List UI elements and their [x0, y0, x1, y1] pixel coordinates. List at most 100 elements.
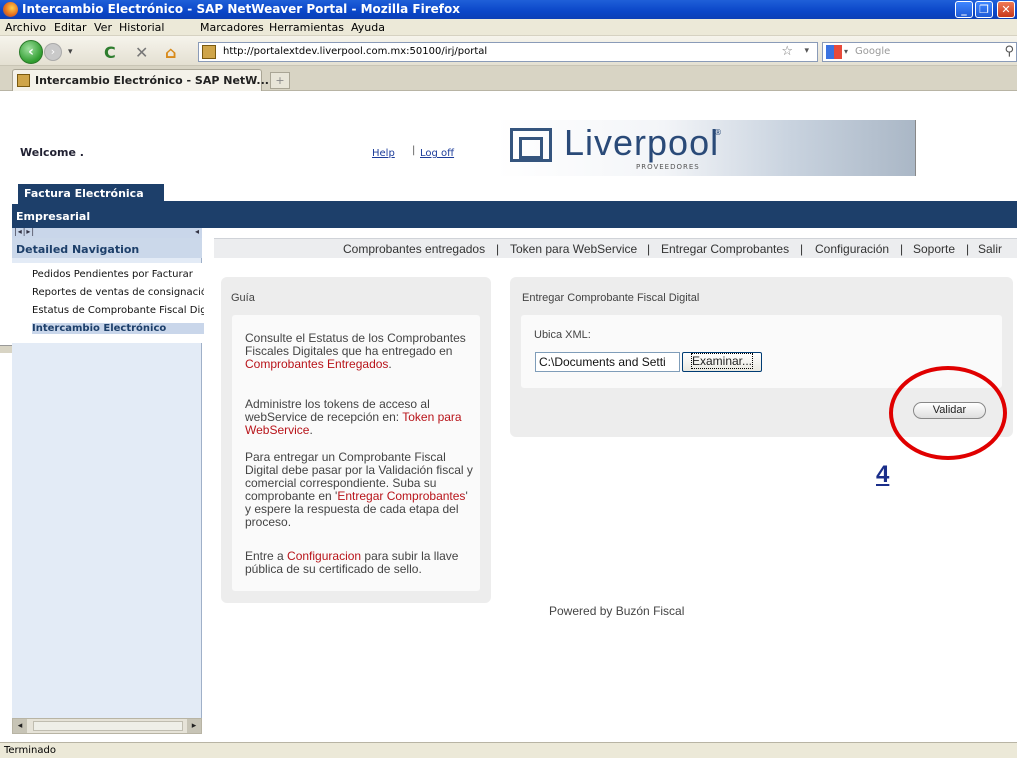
restore-button[interactable]: ❐ [975, 1, 993, 18]
detailed-navigation-title: Detailed Navigation [16, 243, 140, 256]
welcome-text: Welcome . [20, 146, 84, 159]
url-dropdown-icon[interactable]: ▾ [804, 46, 809, 56]
link-comprobantes-entregados[interactable]: Comprobantes entregados [343, 242, 485, 256]
nav-item-pedidos[interactable]: Pedidos Pendientes por Facturar [32, 269, 204, 280]
bookmark-star-icon[interactable]: ☆ [781, 44, 793, 59]
menu-herramientas[interactable]: Herramientas [269, 21, 344, 34]
forward-arrow-icon[interactable]: › [44, 43, 62, 61]
menu-editar[interactable]: Editar [54, 21, 87, 34]
link-separator: | [900, 242, 904, 256]
nav-item-estatus[interactable]: Estatus de Comprobante Fiscal Digital [32, 305, 204, 316]
detailed-navigation-panel: |◂|▸| ◂ Detailed Navigation Pedidos Pend… [12, 227, 204, 718]
guia-paragraph-3: Para entregar un Comprobante Fiscal Digi… [245, 451, 477, 529]
minimize-button[interactable]: _ [955, 1, 973, 18]
nav-item-reportes[interactable]: Reportes de ventas de consignación [32, 287, 204, 298]
scroll-thumb[interactable] [33, 721, 183, 731]
examinar-button[interactable]: Examinar... [682, 352, 762, 372]
log-off-link[interactable]: Log off [420, 148, 454, 159]
help-link[interactable]: Help [372, 148, 395, 159]
engine-dropdown-icon[interactable]: ▾ [844, 47, 848, 56]
guia-body: Consulte el Estatus de los Comprobantes … [232, 315, 480, 591]
home-icon[interactable]: ⌂ [165, 43, 176, 62]
browser-tab-active[interactable]: Intercambio Electrónico - SAP NetW... [12, 69, 269, 91]
powered-by-text: Powered by Buzón Fiscal [549, 604, 685, 618]
history-dropdown-icon[interactable]: ▾ [68, 47, 73, 57]
examinar-label: Examinar... [690, 353, 754, 369]
horizontal-scrollbar[interactable]: ◂ ▸ [12, 718, 202, 734]
link-separator: | [966, 242, 970, 256]
new-tab-button[interactable]: + [270, 72, 290, 89]
menu-marcadores[interactable]: Marcadores [200, 21, 264, 34]
link-salir[interactable]: Salir [978, 242, 1002, 256]
menu-ayuda[interactable]: Ayuda [351, 21, 385, 34]
tab-factura-electronica[interactable]: Factura Electrónica [18, 184, 164, 205]
search-icon[interactable]: ⚲ [1004, 44, 1014, 59]
entregar-title: Entregar Comprobante Fiscal Digital [522, 292, 700, 304]
menu-archivo[interactable]: Archivo [5, 21, 46, 34]
menu-ver[interactable]: Ver [94, 21, 112, 34]
link-separator: | [496, 242, 500, 256]
back-arrow-icon[interactable]: ‹ [19, 40, 43, 64]
guia-title: Guía [231, 292, 255, 304]
address-bar[interactable]: http://portalextdev.liverpool.com.mx:501… [198, 42, 818, 62]
link-soporte[interactable]: Soporte [913, 242, 955, 256]
navigation-toolbar: ‹ › ▾ C ✕ ⌂ http://portalextdev.liverpoo… [0, 36, 1017, 66]
status-bar: Terminado [0, 742, 1017, 758]
menu-bar: Archivo Editar Ver Historial Marcadores … [0, 19, 1017, 36]
link-configuracion[interactable]: Configuración [815, 242, 889, 256]
firefox-icon [3, 2, 18, 17]
guia-paragraph-1: Consulte el Estatus de los Comprobantes … [245, 332, 477, 371]
link-configuracion-inline[interactable]: Configuracion [287, 549, 361, 563]
guia-text: Consulte el Estatus de los Comprobantes … [245, 331, 466, 358]
xml-file-input[interactable]: C:\Documents and Setti [535, 352, 680, 372]
brand-subtitle: PROVEEDORES [636, 163, 700, 171]
top-level-navigation: Factura Electrónica [12, 184, 1017, 205]
guia-text: Entre a [245, 549, 288, 563]
scroll-right-icon[interactable]: ▸ [187, 719, 201, 733]
liverpool-banner: Liverpool ® PROVEEDORES [496, 120, 916, 176]
tab-title[interactable]: Intercambio Electrónico - SAP NetW... [35, 74, 269, 87]
link-comprobantes-entregados-inline[interactable]: Comprobantes Entregados [245, 357, 388, 371]
reload-icon[interactable]: C [104, 43, 116, 62]
brand-registered-mark: ® [714, 128, 722, 137]
link-entregar-comprobantes-inline[interactable]: Entregar Comprobantes [337, 489, 465, 503]
nav-item-intercambio[interactable]: Intercambio Electrónico [32, 323, 204, 334]
step-number: 4 [876, 461, 890, 488]
link-token-webservice[interactable]: Token para WebService [510, 242, 637, 256]
scroll-left-icon[interactable]: ◂ [13, 719, 27, 733]
header-separator: | [412, 145, 416, 156]
detailed-navigation-list: Pedidos Pendientes por Facturar Reportes… [12, 263, 204, 343]
search-placeholder[interactable]: Google [855, 46, 890, 57]
window-title: Intercambio Electrónico - SAP NetWeaver … [22, 2, 460, 16]
google-engine-icon[interactable] [826, 45, 842, 59]
guia-panel: Guía Consulte el Estatus de los Comproba… [221, 277, 491, 603]
link-separator: | [800, 242, 804, 256]
window-title-bar[interactable]: Intercambio Electrónico - SAP NetWeaver … [0, 0, 1017, 19]
ubica-xml-label: Ubica XML: [534, 329, 591, 341]
link-separator: | [647, 242, 651, 256]
expand-arrow-icon[interactable]: ◂ [195, 227, 200, 236]
portal-links-bar: Comprobantes entregados | Token para Web… [214, 238, 1017, 258]
liverpool-logo-icon [510, 128, 552, 162]
second-level-navigation: Empresarial [12, 204, 1017, 228]
highlight-circle [889, 366, 1007, 460]
brand-name: Liverpool [564, 122, 720, 163]
guia-paragraph-2: Administre los tokens de acceso al webSe… [245, 398, 477, 437]
guia-text: . [309, 423, 313, 437]
site-favicon-icon [202, 45, 216, 59]
nav-collapse-arrows[interactable]: |◂|▸| ◂ [12, 227, 202, 238]
stop-icon[interactable]: ✕ [135, 43, 148, 62]
window-edge-fragment [0, 345, 12, 353]
guia-paragraph-4: Entre a Configuracion para subir la llav… [245, 550, 477, 576]
menu-historial[interactable]: Historial [119, 21, 164, 34]
search-box[interactable]: ▾ Google ⚲ [822, 42, 1017, 62]
url-text[interactable]: http://portalextdev.liverpool.com.mx:501… [223, 46, 487, 57]
close-button[interactable]: ✕ [997, 1, 1015, 18]
nav-empresarial[interactable]: Empresarial [16, 210, 90, 223]
link-entregar-comprobantes[interactable]: Entregar Comprobantes [661, 242, 789, 256]
tab-favicon-icon [17, 74, 30, 87]
collapse-arrows-icon[interactable]: |◂|▸| [14, 227, 35, 236]
detailed-navigation-header: Detailed Navigation [12, 238, 202, 258]
tab-strip: Intercambio Electrónico - SAP NetW... + [0, 66, 1017, 91]
guia-text: . [388, 357, 392, 371]
